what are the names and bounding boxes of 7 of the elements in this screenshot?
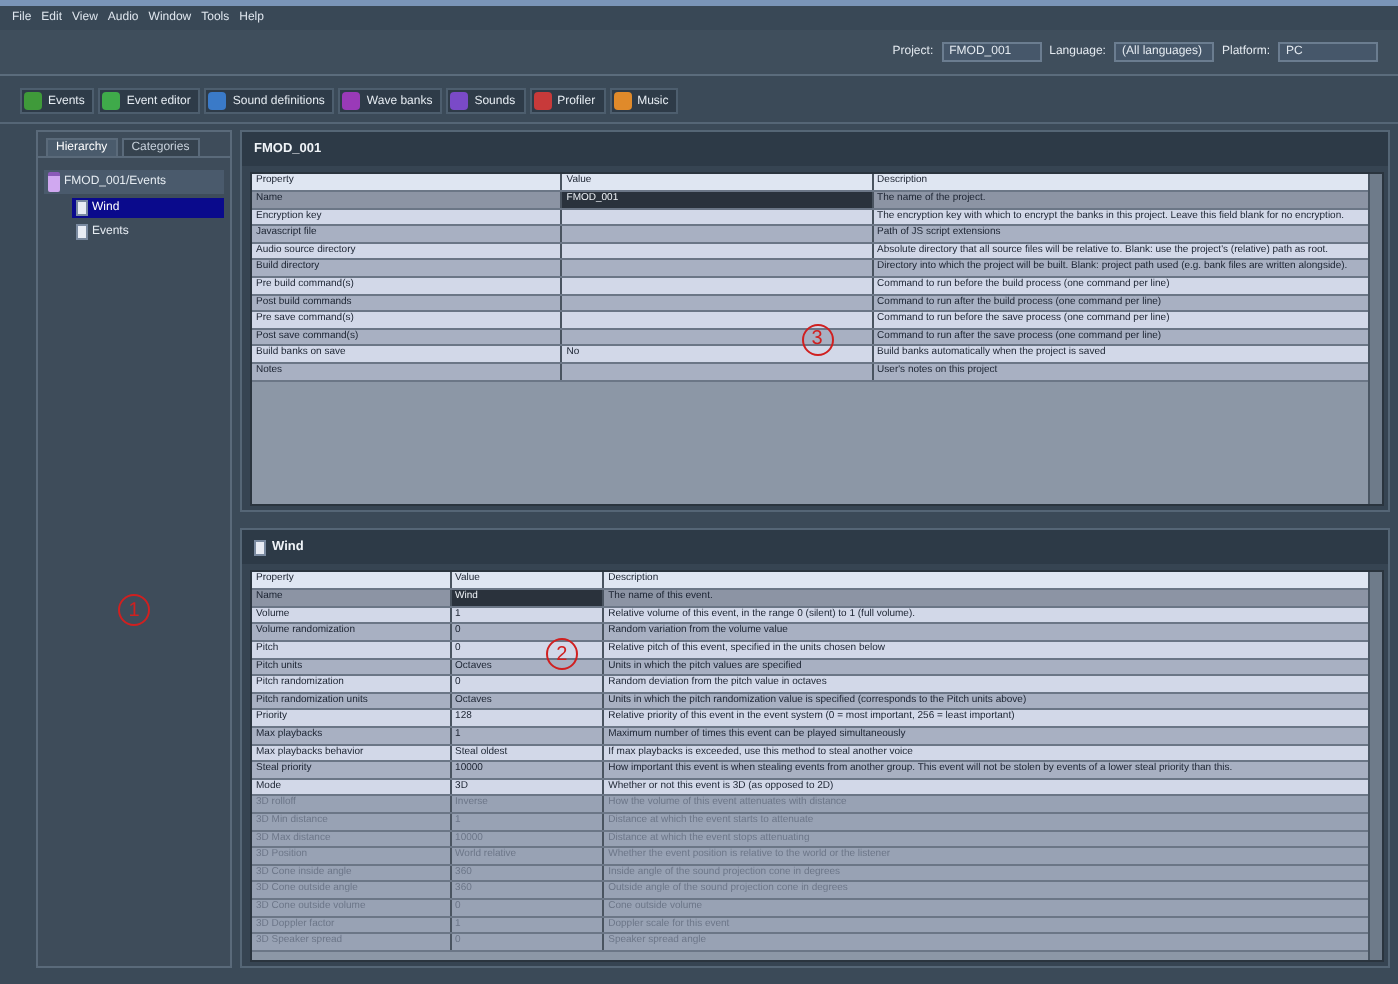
scrollbar[interactable] [1368, 174, 1382, 505]
annotation-marker: 2 [545, 638, 578, 671]
scrollbar[interactable] [1368, 572, 1382, 960]
annotation-marker: 1 [118, 594, 150, 626]
document-icon [254, 539, 266, 556]
folder-open-icon [48, 172, 60, 192]
annotation-marker: 3 [801, 323, 833, 356]
